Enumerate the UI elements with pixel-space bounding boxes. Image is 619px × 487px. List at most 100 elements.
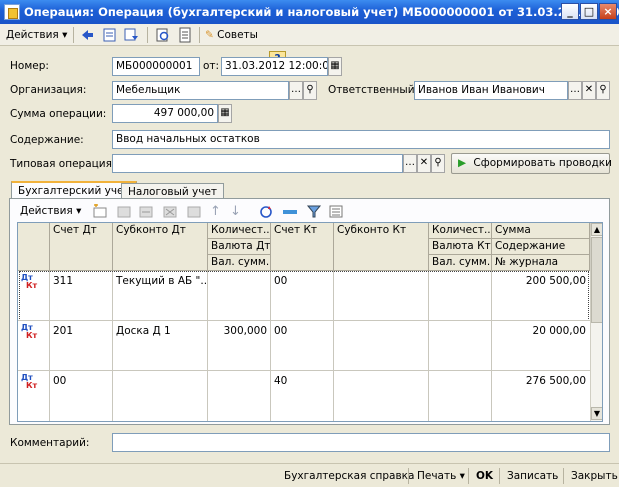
- tips-button[interactable]: ✎ Советы: [205, 26, 258, 44]
- report-icon[interactable]: [177, 27, 193, 43]
- column-header-debit[interactable]: Счет Дт: [50, 223, 113, 271]
- typical-operation-label: Типовая операция:: [10, 158, 116, 170]
- maximize-button[interactable]: □: [580, 3, 598, 20]
- cell-debit-account[interactable]: 201: [50, 324, 112, 338]
- generate-entries-button[interactable]: ▶ Сформировать проводки: [451, 153, 612, 174]
- entries-table[interactable]: Счет Дт Субконто Дт Количест... Валюта Д…: [17, 222, 603, 422]
- settings-icon[interactable]: [328, 204, 344, 219]
- calendar-icon[interactable]: ▦: [328, 57, 342, 76]
- toolbar-separator: [199, 27, 200, 43]
- cell-subconto-debit[interactable]: Текущий в АБ "...: [113, 274, 207, 288]
- column-header-currency-sum-debit[interactable]: Вал. сумм...: [208, 255, 271, 271]
- toolbar-separator: [73, 27, 74, 43]
- bottom-bar: Бухгалтерская справка Печать ▾ OK Записа…: [0, 463, 619, 487]
- date-field[interactable]: 31.03.2012 12:00:02: [221, 57, 328, 76]
- entry-row-icon: Дт Кт: [21, 324, 37, 340]
- search-icon[interactable]: ⚲: [303, 81, 317, 100]
- toolbar-separator: [147, 27, 148, 43]
- close-button[interactable]: ×: [599, 3, 617, 20]
- actions-menu[interactable]: Действия ▾: [6, 26, 67, 44]
- move-up-icon[interactable]: ↑: [210, 204, 222, 219]
- column-header-currency-debit[interactable]: Валюта Дт: [208, 239, 271, 255]
- grid-actions-menu[interactable]: Действия ▾: [20, 205, 81, 217]
- credit-mark: Кт: [26, 281, 38, 290]
- vertical-scrollbar[interactable]: ▲ ▼: [590, 223, 602, 421]
- organization-label: Организация:: [10, 84, 87, 96]
- cell-debit-account[interactable]: 311: [50, 274, 112, 288]
- comment-label: Комментарий:: [10, 437, 90, 449]
- grid-line: [18, 320, 590, 321]
- search-icon[interactable]: ⚲: [431, 154, 445, 173]
- preview-icon[interactable]: [155, 27, 171, 43]
- cell-debit-account[interactable]: 00: [50, 374, 112, 388]
- end-edit-icon[interactable]: [186, 204, 202, 219]
- bottom-separator: [468, 468, 469, 484]
- select-ellipsis-icon[interactable]: …: [289, 81, 303, 100]
- delete-row-icon[interactable]: [162, 204, 178, 219]
- entry-row-icon: Дт Кт: [21, 274, 37, 290]
- report-button[interactable]: Бухгалтерская справка: [284, 467, 414, 485]
- arrow-left-icon[interactable]: [79, 27, 95, 43]
- comment-field[interactable]: [112, 433, 610, 452]
- cell-subconto-debit[interactable]: Доска Д 1: [113, 324, 207, 338]
- content-field[interactable]: Ввод начальных остатков: [112, 130, 610, 149]
- tips-label: Советы: [217, 29, 258, 41]
- column-header-qty-debit[interactable]: Количест...: [208, 223, 271, 239]
- cell-credit-account[interactable]: 00: [271, 324, 333, 338]
- link-icon[interactable]: [282, 204, 298, 219]
- column-header-subconto-debit[interactable]: Субконто Дт: [113, 223, 208, 271]
- credit-mark: Кт: [26, 381, 38, 390]
- bottom-separator: [563, 468, 564, 484]
- dropdown-arrow-icon: ▾: [76, 205, 82, 217]
- save-button[interactable]: Записать: [507, 467, 558, 485]
- cell-sum[interactable]: 20 000,00: [492, 324, 589, 338]
- column-header-sum[interactable]: Сумма: [492, 223, 590, 239]
- print-menu[interactable]: Печать ▾: [417, 467, 465, 485]
- select-ellipsis-icon[interactable]: …: [568, 81, 582, 100]
- title-bar[interactable]: Операция: Операция (бухгалтерский и нало…: [0, 0, 619, 24]
- refresh-document-icon[interactable]: [124, 27, 140, 43]
- grid-line: [18, 370, 590, 371]
- responsible-field[interactable]: Иванов Иван Иванович: [414, 81, 568, 100]
- copy-row-icon[interactable]: [116, 204, 132, 219]
- column-header-currency-credit[interactable]: Валюта Кт: [429, 239, 492, 255]
- refill-icon[interactable]: [258, 204, 274, 219]
- select-ellipsis-icon[interactable]: …: [403, 154, 417, 173]
- minimize-button[interactable]: _: [561, 3, 579, 20]
- organization-field[interactable]: Мебельщик: [112, 81, 289, 100]
- column-header-journal[interactable]: № журнала: [492, 255, 590, 271]
- ok-button[interactable]: OK: [476, 467, 493, 485]
- sum-field[interactable]: 497 000,00: [112, 104, 218, 123]
- scroll-down-icon[interactable]: ▼: [591, 407, 602, 420]
- column-header-qty-credit[interactable]: Количест...: [429, 223, 492, 239]
- close-form-button[interactable]: Закрыть: [571, 467, 618, 485]
- cell-credit-account[interactable]: 00: [271, 274, 333, 288]
- add-row-icon[interactable]: [92, 204, 108, 219]
- typical-operation-field[interactable]: [112, 154, 403, 173]
- edit-row-icon[interactable]: [138, 204, 154, 219]
- dropdown-arrow-icon: ▾: [459, 470, 465, 482]
- scroll-up-icon[interactable]: ▲: [591, 223, 602, 236]
- filter-icon[interactable]: [306, 204, 322, 219]
- column-header-currency-sum-credit[interactable]: Вал. сумм...: [429, 255, 492, 271]
- column-header-content[interactable]: Содержание: [492, 239, 590, 255]
- number-field[interactable]: МБ000000001: [112, 57, 200, 76]
- scrollbar-thumb[interactable]: [591, 237, 602, 323]
- content-label: Содержание:: [10, 134, 84, 146]
- grid-actions-label: Действия: [20, 205, 73, 217]
- clear-icon[interactable]: ✕: [417, 154, 431, 173]
- move-down-icon[interactable]: ↓: [230, 204, 242, 219]
- cell-sum[interactable]: 200 500,00: [492, 274, 589, 288]
- document-icon[interactable]: [102, 27, 118, 43]
- clear-icon[interactable]: ✕: [582, 81, 596, 100]
- print-label: Печать: [417, 470, 457, 482]
- column-header-credit[interactable]: Счет Кт: [271, 223, 334, 271]
- cell-credit-account[interactable]: 40: [271, 374, 333, 388]
- cell-qty-debit[interactable]: 300,000: [208, 324, 270, 338]
- dropdown-arrow-icon: ▾: [62, 29, 68, 41]
- calculator-icon[interactable]: ▦: [218, 104, 232, 123]
- column-header-subconto-credit[interactable]: Субконто Кт: [334, 223, 429, 271]
- window-icon: [4, 4, 20, 20]
- search-icon[interactable]: ⚲: [596, 81, 610, 100]
- cell-sum[interactable]: 276 500,00: [492, 374, 589, 388]
